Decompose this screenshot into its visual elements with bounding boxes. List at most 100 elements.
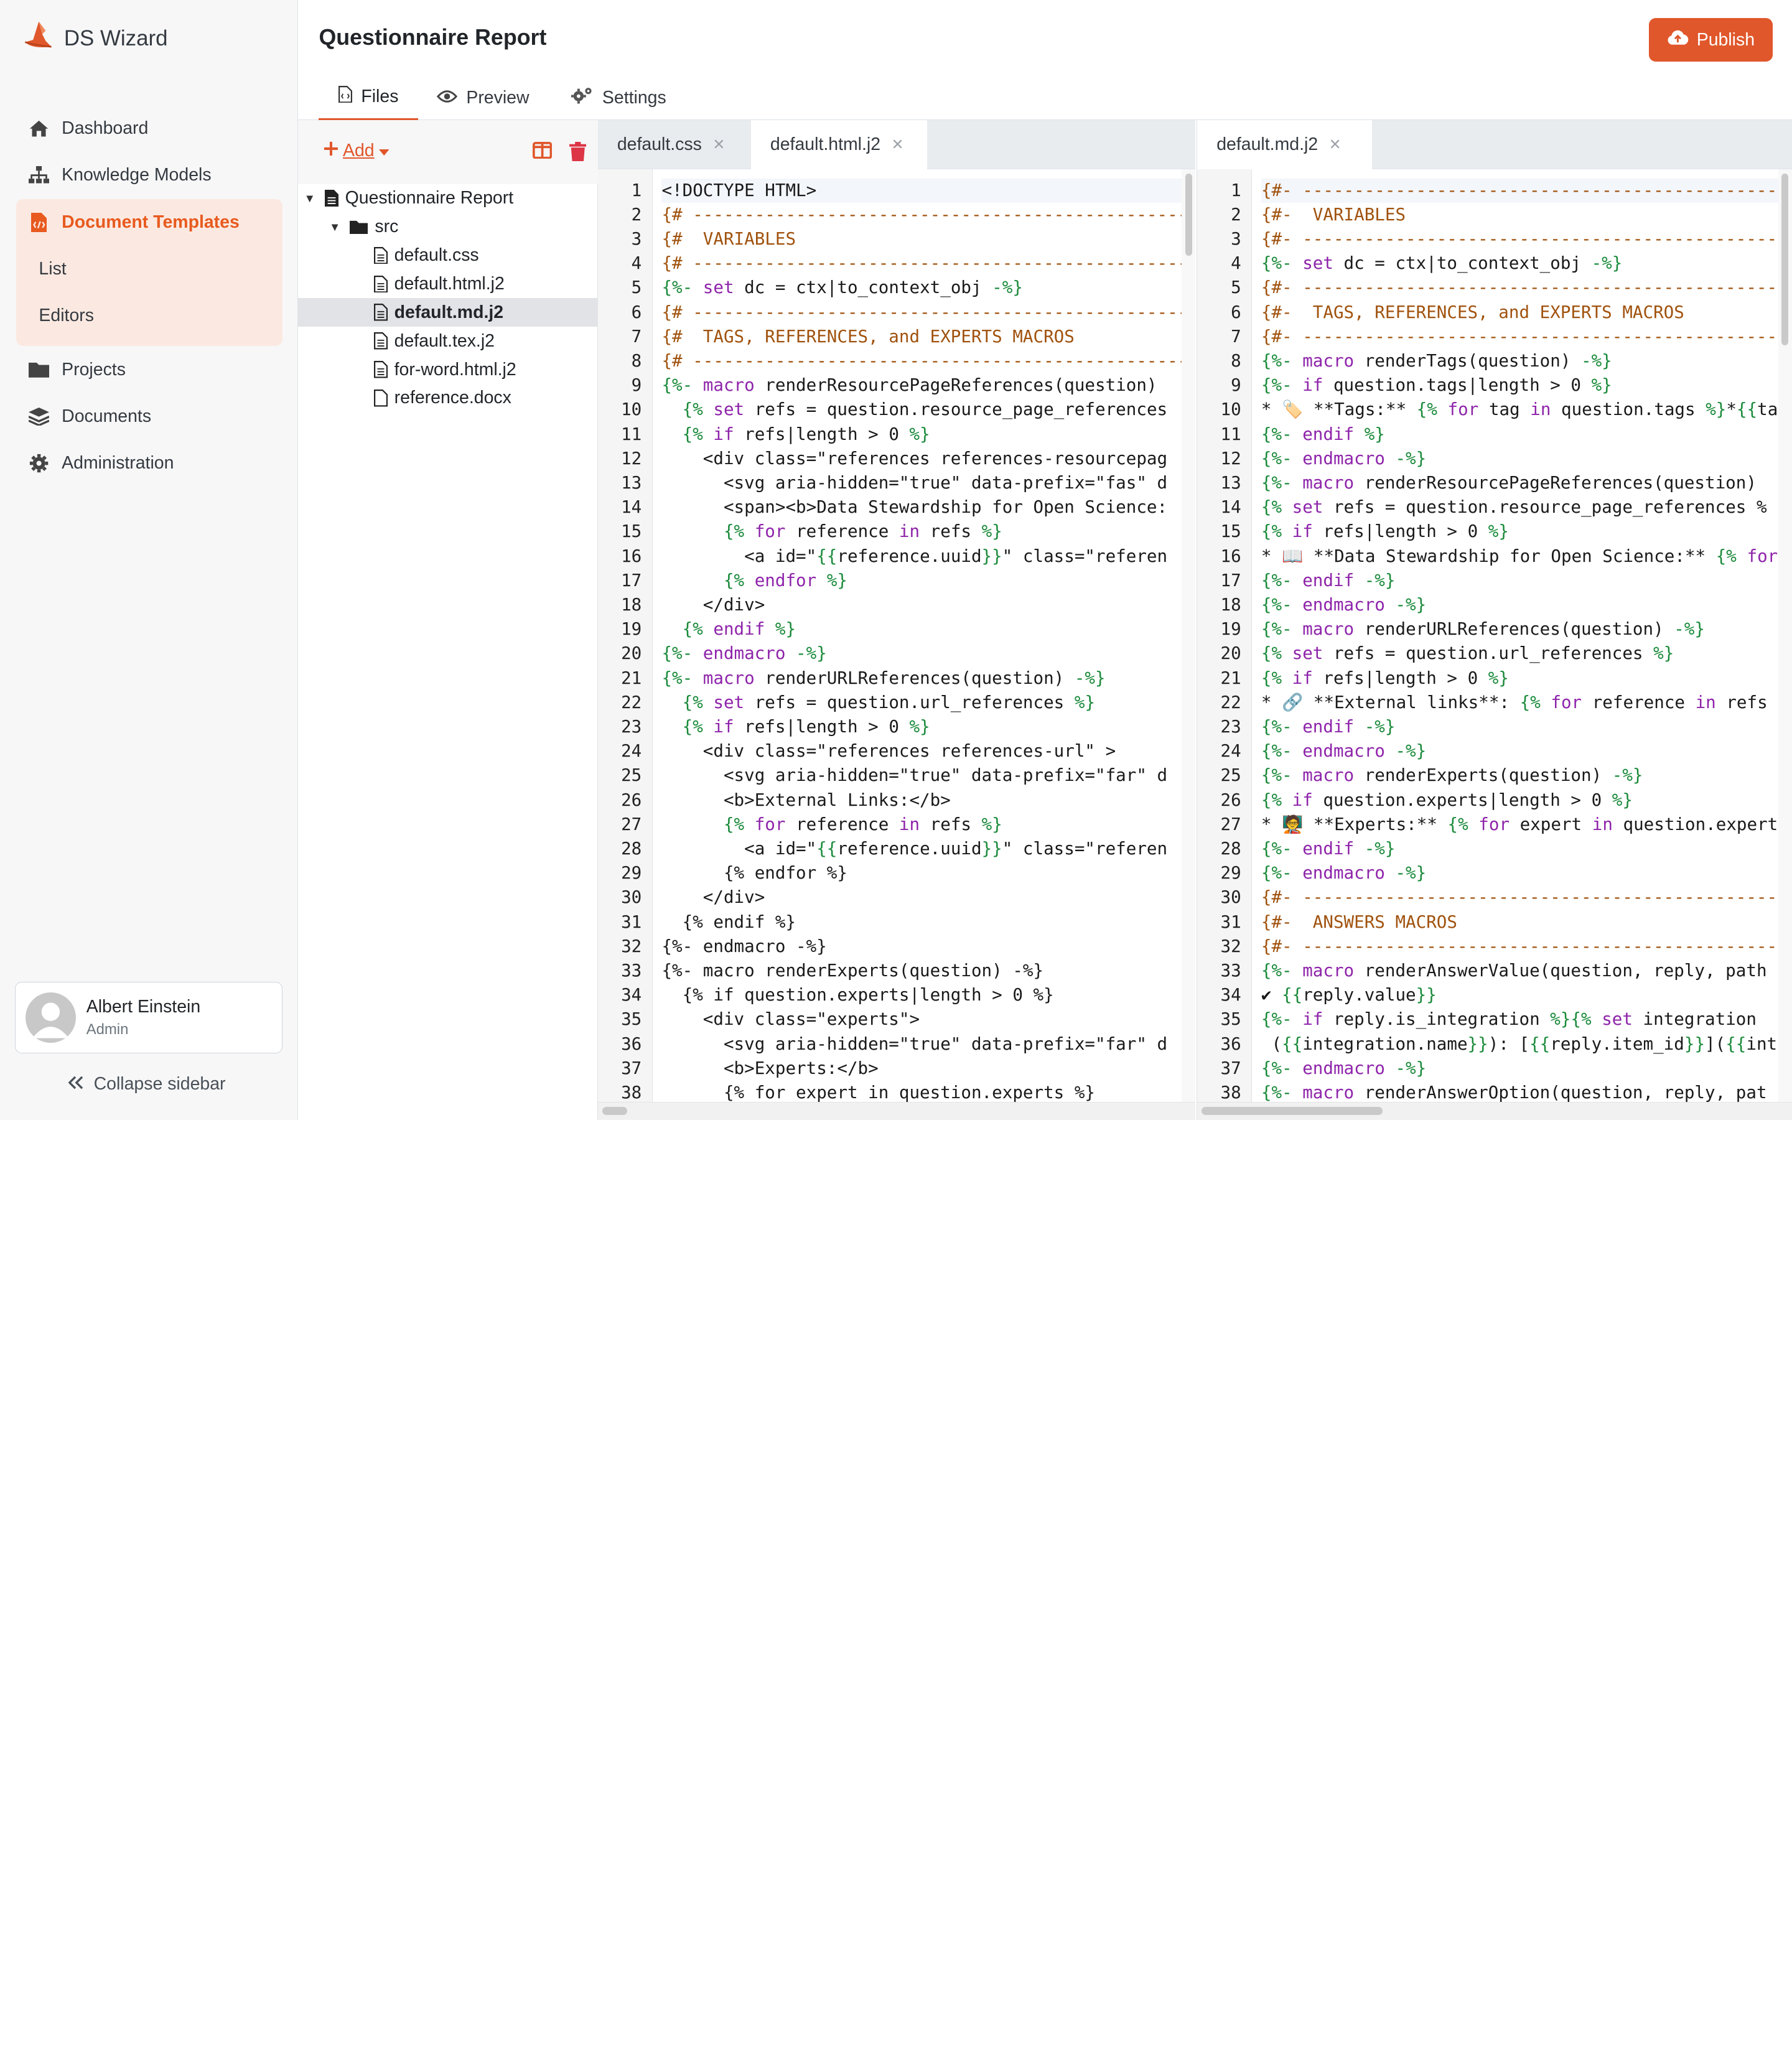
code-line[interactable]: {%- endmacro -%} — [661, 935, 1182, 959]
code-line[interactable]: {%- macro renderAnswerOption(question, r… — [1261, 1081, 1778, 1102]
code-line[interactable]: <b>Experts:</b> — [661, 1056, 1182, 1081]
code-line[interactable]: {% set refs = question.url_references %} — [1261, 641, 1778, 666]
nav-projects[interactable]: Projects — [0, 346, 298, 393]
code-line[interactable]: {% if question.experts|length > 0 %} — [661, 983, 1182, 1007]
code-line[interactable]: </div> — [661, 885, 1182, 910]
code-line[interactable]: * 🏷️ **Tags:** {% for tag in question.ta… — [1261, 398, 1778, 422]
code-line[interactable]: {% for expert in question.experts %} — [661, 1081, 1182, 1102]
code-line[interactable]: {# -------------------------------------… — [661, 251, 1182, 276]
code-line[interactable]: {# -------------------------------------… — [661, 203, 1182, 227]
code-line[interactable]: {%- macro renderExperts(question) -%} — [661, 959, 1182, 983]
close-icon[interactable]: × — [892, 133, 903, 156]
brand[interactable]: DS Wizard — [21, 21, 167, 57]
code-line[interactable]: {% endfor %} — [661, 861, 1182, 885]
tab-settings[interactable]: Settings — [551, 75, 686, 120]
code-line[interactable]: {#- ------------------------------------… — [1261, 178, 1778, 203]
code-line[interactable]: {# -------------------------------------… — [661, 301, 1182, 325]
code-line[interactable]: <div class="experts"> — [661, 1007, 1182, 1032]
tree-file[interactable]: for-word.html.j2 — [298, 355, 597, 384]
code-line[interactable]: {%- if reply.is_integration %}{% set int… — [1261, 1007, 1778, 1032]
code-line[interactable]: {% if question.experts|length > 0 %} — [1261, 788, 1778, 813]
code-line[interactable]: {% if refs|length > 0 %} — [661, 715, 1182, 739]
code-line[interactable]: {%- endmacro -%} — [661, 641, 1182, 666]
code-line[interactable]: {#- TAGS, REFERENCES, and EXPERTS MACROS — [1261, 301, 1778, 325]
code-line[interactable]: {% if refs|length > 0 %} — [1261, 666, 1778, 691]
code-line[interactable]: {%- macro renderTags(question) -%} — [1261, 349, 1778, 373]
code-line[interactable]: {% endfor %} — [661, 569, 1182, 593]
code-line[interactable]: <div class="references references-resour… — [661, 447, 1182, 471]
tab-preview[interactable]: Preview — [417, 75, 548, 120]
code-line[interactable]: <!DOCTYPE HTML> — [661, 178, 1182, 203]
user-card[interactable]: Albert Einstein Admin — [14, 981, 282, 1054]
vertical-scrollbar[interactable] — [1778, 169, 1792, 1102]
nav-knowledge-models[interactable]: Knowledge Models — [0, 152, 298, 198]
code-line[interactable]: {% set refs = question.resource_page_ref… — [1261, 495, 1778, 520]
close-icon[interactable]: × — [713, 133, 724, 156]
editor-tab-active[interactable]: default.html.j2 × — [750, 119, 927, 169]
code-line[interactable]: {%- endmacro -%} — [1261, 861, 1778, 885]
code-line[interactable]: <a id="{{reference.uuid}}" class="refere… — [661, 837, 1182, 861]
code-line[interactable]: {# -------------------------------------… — [661, 349, 1182, 373]
code-line[interactable]: {%- endmacro -%} — [1261, 447, 1778, 471]
code-line[interactable]: {#- ------------------------------------… — [1261, 935, 1778, 959]
code-line[interactable]: {# VARIABLES — [661, 227, 1182, 251]
code-line[interactable]: {%- endif -%} — [1261, 569, 1778, 593]
code-line[interactable]: {%- endif -%} — [1261, 715, 1778, 739]
code-line[interactable]: {%- macro renderAnswerValue(question, re… — [1261, 959, 1778, 983]
trash-icon[interactable] — [569, 141, 590, 162]
code-line[interactable]: {%- endif -%} — [1261, 837, 1778, 861]
code-line[interactable]: {% set refs = question.url_references %} — [661, 691, 1182, 715]
code-line[interactable]: {#- ------------------------------------… — [1261, 276, 1778, 300]
code-line[interactable]: {%- macro renderURLReferences(question) … — [661, 666, 1182, 691]
code-line[interactable]: {%- if question.tags|length > 0 %} — [1261, 373, 1778, 398]
nav-dashboard[interactable]: Dashboard — [0, 105, 298, 152]
code-line[interactable]: {#- ------------------------------------… — [1261, 325, 1778, 349]
nav-administration[interactable]: Administration — [0, 440, 298, 487]
code-line[interactable]: {% for reference in refs %} — [661, 520, 1182, 544]
code-line[interactable]: {%- endif %} — [1261, 422, 1778, 447]
code-line[interactable]: {%- set dc = ctx|to_context_obj -%} — [661, 276, 1182, 300]
code-line[interactable]: {%- macro renderResourcePageReferences(q… — [1261, 471, 1778, 495]
code-line[interactable]: {%- macro renderURLReferences(question) … — [1261, 617, 1778, 641]
code-line[interactable]: {%- set dc = ctx|to_context_obj -%} — [1261, 251, 1778, 276]
scroll-thumb[interactable] — [1781, 174, 1789, 345]
code-line[interactable]: {%- endmacro -%} — [1261, 593, 1778, 617]
tree-file-selected[interactable]: default.md.j2 — [298, 298, 598, 327]
code-line[interactable]: <svg aria-hidden="true" data-prefix="fas… — [661, 471, 1182, 495]
code-line[interactable]: <a id="{{reference.uuid}}" class="refere… — [661, 544, 1182, 569]
publish-button[interactable]: Publish — [1649, 18, 1773, 62]
code-line[interactable]: {%- macro renderExperts(question) -%} — [1261, 763, 1778, 788]
code-line[interactable]: {%- endmacro -%} — [1261, 1056, 1778, 1081]
code-line[interactable]: ✔ {{reply.value}} — [1261, 983, 1778, 1007]
code-line[interactable]: <span><b>Data Stewardship for Open Scien… — [661, 495, 1182, 520]
scroll-thumb[interactable] — [602, 1106, 628, 1115]
split-view-icon[interactable] — [532, 141, 553, 162]
code-line[interactable]: {% endif %} — [661, 617, 1182, 641]
code-line[interactable]: {#- ANSWERS MACROS — [1261, 910, 1778, 935]
code-line[interactable]: <svg aria-hidden="true" data-prefix="far… — [661, 763, 1182, 788]
editor-tab-active[interactable]: default.md.j2 × — [1197, 119, 1373, 169]
code-line[interactable]: * 📖 **Data Stewardship for Open Science:… — [1261, 544, 1778, 569]
code-line[interactable]: <b>External Links:</b> — [661, 788, 1182, 813]
code-line[interactable]: ({{integration.name}}): [{{reply.item_id… — [1261, 1032, 1778, 1056]
code-line[interactable]: {% endif %} — [661, 910, 1182, 935]
code-area[interactable]: <!DOCTYPE HTML> {# ----------------------… — [653, 169, 1182, 1102]
scroll-thumb[interactable] — [1202, 1106, 1383, 1115]
code-line[interactable]: * 🔗 **External links**: {% for reference… — [1261, 691, 1778, 715]
tree-file[interactable]: default.html.j2 — [298, 269, 597, 298]
code-line[interactable]: {% if refs|length > 0 %} — [1261, 520, 1778, 544]
editor-tab[interactable]: default.css × — [598, 120, 750, 169]
tree-file[interactable]: reference.docx — [298, 384, 597, 413]
tree-file[interactable]: default.css — [298, 241, 597, 270]
code-line[interactable]: <svg aria-hidden="true" data-prefix="far… — [661, 1032, 1182, 1056]
horizontal-scrollbar[interactable] — [1197, 1101, 1792, 1120]
close-icon[interactable]: × — [1330, 133, 1341, 156]
code-line[interactable]: {#- ------------------------------------… — [1261, 227, 1778, 251]
code-line[interactable]: {% set refs = question.resource_page_ref… — [661, 398, 1182, 422]
code-line[interactable]: * 🧑‍🏫 **Experts:** {% for expert in ques… — [1261, 813, 1778, 837]
tree-file[interactable]: default.tex.j2 — [298, 327, 597, 355]
nav-documents[interactable]: Documents — [0, 393, 298, 440]
vertical-scrollbar[interactable] — [1182, 169, 1196, 1102]
horizontal-scrollbar[interactable] — [597, 1101, 1196, 1120]
nav-sub-editors[interactable]: Editors — [16, 292, 282, 339]
